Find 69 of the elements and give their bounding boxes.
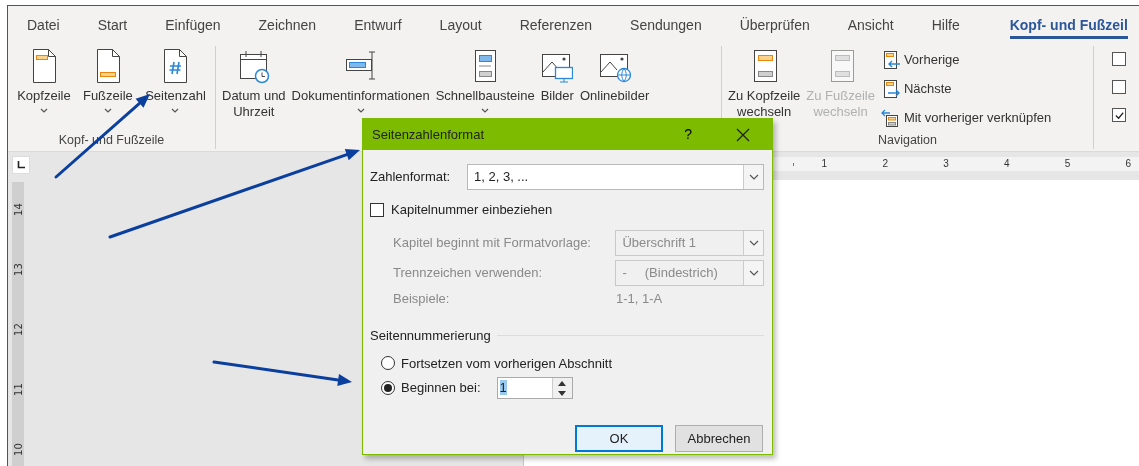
example-text: 1-1, 1-A xyxy=(616,289,663,308)
ruler-number: 6 xyxy=(1124,157,1133,171)
field-label: Zahlenformat: xyxy=(370,168,452,187)
checkbox[interactable] xyxy=(1112,80,1126,94)
ruler-number: 3 xyxy=(942,157,950,171)
radio-button[interactable] xyxy=(381,356,395,371)
ruler-number: 12 xyxy=(11,322,25,338)
caret-icon xyxy=(39,108,48,114)
ribbon-tab[interactable]: Überprüfen xyxy=(739,6,810,39)
checkbox[interactable] xyxy=(370,202,384,217)
checkbox[interactable] xyxy=(1112,108,1126,122)
ribbon-tab[interactable]: Sendungen xyxy=(630,6,702,39)
ribbon-button[interactable]: Nächste xyxy=(878,76,1054,102)
tab-stop-icon xyxy=(17,161,25,169)
ruler-number: 1 xyxy=(820,157,829,171)
chevron-down-icon xyxy=(748,174,759,180)
ribbon-button[interactable]: Seitenzahl xyxy=(143,46,208,131)
ribbon-button[interactable]: Vorherige xyxy=(878,47,1054,73)
radio-label: Beginnen bei: xyxy=(401,379,481,398)
field-label: Beispiele: xyxy=(393,289,451,308)
ribbon-tab[interactable]: Einfügen xyxy=(165,6,221,39)
triangle-up-icon xyxy=(558,380,566,386)
ribbon-tab[interactable]: Datei xyxy=(27,6,60,39)
ribbon-tab[interactable]: Ansicht xyxy=(847,6,894,39)
field-label: Kapitel beginnt mit Formatvorlage: xyxy=(393,233,592,252)
caret-icon xyxy=(171,108,180,114)
radio-label: Fortsetzen vom vorherigen Abschnitt xyxy=(401,354,612,373)
ruler-number: 2 xyxy=(881,157,889,171)
ruler-number: 10 xyxy=(11,442,25,458)
spin-up-button[interactable] xyxy=(552,378,572,388)
checkbox-label: Kapitelnummer einbeziehen xyxy=(391,201,553,219)
group-label: Navigation xyxy=(877,133,938,147)
ruler-number: 13 xyxy=(11,262,25,278)
ribbon-button[interactable]: Kopfzeile xyxy=(15,46,73,131)
ruler-number: 11 xyxy=(11,382,25,398)
ribbon-button[interactable]: Datum und Uhrzeit xyxy=(220,46,288,131)
ribbon-tab[interactable]: Kopf- und Fußzeil xyxy=(1009,6,1128,39)
calendar-clock-icon xyxy=(237,48,270,84)
spin-down-button[interactable] xyxy=(552,388,572,398)
ruler-number: 4 xyxy=(1003,157,1011,171)
caret-icon xyxy=(103,108,112,114)
ribbon-tab[interactable]: Zeichnen xyxy=(258,6,317,39)
ribbon-button[interactable]: Mit vorheriger verknüpfen xyxy=(878,105,1054,131)
dialog-button[interactable]: OK xyxy=(575,425,663,452)
ruler-number: 14 xyxy=(11,202,25,218)
caret-icon xyxy=(356,108,365,114)
ribbon-tab[interactable]: Start xyxy=(97,6,128,39)
dialog-title: Seitenzahlenformat xyxy=(372,125,485,144)
tab-stop-button[interactable] xyxy=(12,156,30,174)
ribbon-tab[interactable]: Layout xyxy=(439,6,482,39)
close-icon xyxy=(736,127,750,142)
field-label: Trennzeichen verwenden: xyxy=(393,263,544,282)
ribbon-tab[interactable]: Referenzen xyxy=(519,6,593,39)
chevron-down-icon xyxy=(748,269,759,276)
ribbon-tab[interactable]: Hilfe xyxy=(931,6,960,39)
dialog-button[interactable]: Abbrechen xyxy=(675,425,763,452)
chevron-down-icon xyxy=(748,239,759,246)
checkbox[interactable] xyxy=(1112,52,1126,66)
link-arrow-icon xyxy=(880,108,901,128)
section-title: Seitennummerierung xyxy=(370,327,491,345)
dropdown[interactable]: 1, 2, 3, ... xyxy=(467,164,764,190)
ruler-number: 5 xyxy=(1063,157,1072,171)
caret-icon xyxy=(481,108,490,114)
radio-button[interactable] xyxy=(381,381,395,395)
ribbon-tab[interactable]: Entwurf xyxy=(354,6,402,39)
triangle-down-icon xyxy=(558,390,566,396)
help-button[interactable]: ? xyxy=(678,124,698,145)
number-field[interactable]: 1 xyxy=(496,377,573,399)
ribbon-button[interactable]: Fußzeile xyxy=(80,46,135,131)
